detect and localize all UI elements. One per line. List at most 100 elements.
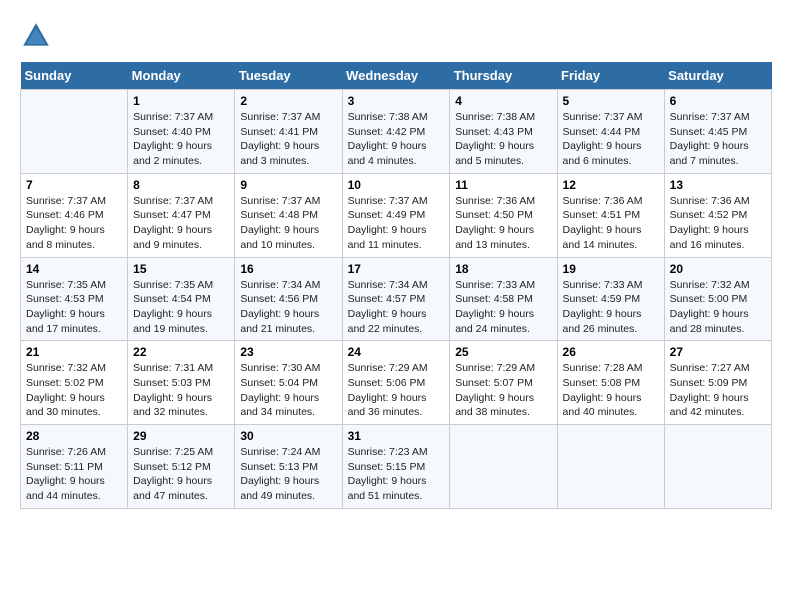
day-number: 11 [455, 178, 551, 192]
day-info: Sunrise: 7:23 AM Sunset: 5:15 PM Dayligh… [348, 445, 445, 504]
day-info: Sunrise: 7:33 AM Sunset: 4:59 PM Dayligh… [563, 278, 659, 337]
day-number: 6 [670, 94, 766, 108]
day-number: 3 [348, 94, 445, 108]
day-number: 29 [133, 429, 229, 443]
day-number: 4 [455, 94, 551, 108]
week-row-2: 7 Sunrise: 7:37 AM Sunset: 4:46 PM Daylig… [21, 173, 772, 257]
day-info: Sunrise: 7:35 AM Sunset: 4:54 PM Dayligh… [133, 278, 229, 337]
header-thursday: Thursday [450, 62, 557, 90]
day-info: Sunrise: 7:34 AM Sunset: 4:57 PM Dayligh… [348, 278, 445, 337]
calendar-cell: 18 Sunrise: 7:33 AM Sunset: 4:58 PM Dayli… [450, 257, 557, 341]
calendar-cell: 10Sunrise: 7:37 AM Sunset: 4:49 PM Dayli… [342, 173, 450, 257]
day-number: 10 [348, 178, 445, 192]
day-number: 5 [563, 94, 659, 108]
calendar-header-row: SundayMondayTuesdayWednesdayThursdayFrid… [21, 62, 772, 90]
week-row-5: 28 Sunrise: 7:26 AM Sunset: 5:11 PM Dayli… [21, 425, 772, 509]
day-info: Sunrise: 7:25 AM Sunset: 5:12 PM Dayligh… [133, 445, 229, 504]
day-number: 12 [563, 178, 659, 192]
calendar-cell: 12 Sunrise: 7:36 AM Sunset: 4:51 PM Dayli… [557, 173, 664, 257]
calendar-cell [450, 425, 557, 509]
day-info: Sunrise: 7:32 AM Sunset: 5:02 PM Dayligh… [26, 361, 122, 420]
calendar-cell: 4 Sunrise: 7:38 AM Sunset: 4:43 PM Daylig… [450, 90, 557, 174]
day-number: 28 [26, 429, 122, 443]
calendar-cell: 5Sunrise: 7:37 AM Sunset: 4:44 PM Daylig… [557, 90, 664, 174]
calendar-cell: 25 Sunrise: 7:29 AM Sunset: 5:07 PM Dayli… [450, 341, 557, 425]
day-number: 8 [133, 178, 229, 192]
header-sunday: Sunday [21, 62, 128, 90]
day-info: Sunrise: 7:33 AM Sunset: 4:58 PM Dayligh… [455, 278, 551, 337]
calendar-table: SundayMondayTuesdayWednesdayThursdayFrid… [20, 62, 772, 509]
calendar-cell: 15 Sunrise: 7:35 AM Sunset: 4:54 PM Dayli… [128, 257, 235, 341]
day-number: 25 [455, 345, 551, 359]
day-info: Sunrise: 7:38 AM Sunset: 4:42 PM Dayligh… [348, 110, 445, 169]
header-tuesday: Tuesday [235, 62, 342, 90]
calendar-cell: 3 Sunrise: 7:38 AM Sunset: 4:42 PM Daylig… [342, 90, 450, 174]
day-info: Sunrise: 7:29 AM Sunset: 5:06 PM Dayligh… [348, 361, 445, 420]
calendar-cell: 19 Sunrise: 7:33 AM Sunset: 4:59 PM Dayli… [557, 257, 664, 341]
day-number: 18 [455, 262, 551, 276]
day-info: Sunrise: 7:30 AM Sunset: 5:04 PM Dayligh… [240, 361, 336, 420]
day-info: Sunrise: 7:37 AM Sunset: 4:46 PM Dayligh… [26, 194, 122, 253]
calendar-cell: 14Sunrise: 7:35 AM Sunset: 4:53 PM Dayli… [21, 257, 128, 341]
day-number: 19 [563, 262, 659, 276]
day-info: Sunrise: 7:34 AM Sunset: 4:56 PM Dayligh… [240, 278, 336, 337]
day-number: 21 [26, 345, 122, 359]
header-friday: Friday [557, 62, 664, 90]
day-number: 31 [348, 429, 445, 443]
calendar-cell: 29 Sunrise: 7:25 AM Sunset: 5:12 PM Dayli… [128, 425, 235, 509]
day-info: Sunrise: 7:36 AM Sunset: 4:51 PM Dayligh… [563, 194, 659, 253]
day-info: Sunrise: 7:29 AM Sunset: 5:07 PM Dayligh… [455, 361, 551, 420]
calendar-cell: 30 Sunrise: 7:24 AM Sunset: 5:13 PM Dayli… [235, 425, 342, 509]
calendar-cell: 6 Sunrise: 7:37 AM Sunset: 4:45 PM Daylig… [664, 90, 771, 174]
calendar-cell: 16 Sunrise: 7:34 AM Sunset: 4:56 PM Dayli… [235, 257, 342, 341]
day-number: 16 [240, 262, 336, 276]
calendar-cell [21, 90, 128, 174]
calendar-cell: 22 Sunrise: 7:31 AM Sunset: 5:03 PM Dayli… [128, 341, 235, 425]
calendar-cell: 2Sunrise: 7:37 AM Sunset: 4:41 PM Daylig… [235, 90, 342, 174]
day-info: Sunrise: 7:28 AM Sunset: 5:08 PM Dayligh… [563, 361, 659, 420]
week-row-4: 21 Sunrise: 7:32 AM Sunset: 5:02 PM Dayli… [21, 341, 772, 425]
header-monday: Monday [128, 62, 235, 90]
day-info: Sunrise: 7:38 AM Sunset: 4:43 PM Dayligh… [455, 110, 551, 169]
day-info: Sunrise: 7:32 AM Sunset: 5:00 PM Dayligh… [670, 278, 766, 337]
calendar-cell: 31 Sunrise: 7:23 AM Sunset: 5:15 PM Dayli… [342, 425, 450, 509]
day-number: 14 [26, 262, 122, 276]
calendar-cell: 23Sunrise: 7:30 AM Sunset: 5:04 PM Dayli… [235, 341, 342, 425]
day-number: 27 [670, 345, 766, 359]
header-saturday: Saturday [664, 62, 771, 90]
calendar-cell: 27 Sunrise: 7:27 AM Sunset: 5:09 PM Dayli… [664, 341, 771, 425]
day-number: 30 [240, 429, 336, 443]
page-header [20, 20, 772, 52]
day-info: Sunrise: 7:37 AM Sunset: 4:40 PM Dayligh… [133, 110, 229, 169]
day-info: Sunrise: 7:24 AM Sunset: 5:13 PM Dayligh… [240, 445, 336, 504]
day-number: 26 [563, 345, 659, 359]
logo-icon [20, 20, 52, 52]
day-number: 9 [240, 178, 336, 192]
day-info: Sunrise: 7:36 AM Sunset: 4:50 PM Dayligh… [455, 194, 551, 253]
calendar-cell [664, 425, 771, 509]
calendar-cell [557, 425, 664, 509]
calendar-cell: 28 Sunrise: 7:26 AM Sunset: 5:11 PM Dayli… [21, 425, 128, 509]
calendar-body: 1Sunrise: 7:37 AM Sunset: 4:40 PM Daylig… [21, 90, 772, 509]
day-number: 24 [348, 345, 445, 359]
calendar-cell: 21 Sunrise: 7:32 AM Sunset: 5:02 PM Dayli… [21, 341, 128, 425]
calendar-cell: 20 Sunrise: 7:32 AM Sunset: 5:00 PM Dayli… [664, 257, 771, 341]
calendar-cell: 11 Sunrise: 7:36 AM Sunset: 4:50 PM Dayli… [450, 173, 557, 257]
calendar-cell: 26 Sunrise: 7:28 AM Sunset: 5:08 PM Dayli… [557, 341, 664, 425]
day-info: Sunrise: 7:37 AM Sunset: 4:45 PM Dayligh… [670, 110, 766, 169]
header-wednesday: Wednesday [342, 62, 450, 90]
week-row-1: 1Sunrise: 7:37 AM Sunset: 4:40 PM Daylig… [21, 90, 772, 174]
day-number: 15 [133, 262, 229, 276]
calendar-cell: 9 Sunrise: 7:37 AM Sunset: 4:48 PM Daylig… [235, 173, 342, 257]
logo [20, 20, 56, 52]
day-info: Sunrise: 7:31 AM Sunset: 5:03 PM Dayligh… [133, 361, 229, 420]
day-number: 7 [26, 178, 122, 192]
day-info: Sunrise: 7:37 AM Sunset: 4:48 PM Dayligh… [240, 194, 336, 253]
calendar-cell: 1Sunrise: 7:37 AM Sunset: 4:40 PM Daylig… [128, 90, 235, 174]
day-info: Sunrise: 7:27 AM Sunset: 5:09 PM Dayligh… [670, 361, 766, 420]
week-row-3: 14Sunrise: 7:35 AM Sunset: 4:53 PM Dayli… [21, 257, 772, 341]
day-info: Sunrise: 7:37 AM Sunset: 4:41 PM Dayligh… [240, 110, 336, 169]
day-number: 22 [133, 345, 229, 359]
day-number: 20 [670, 262, 766, 276]
day-info: Sunrise: 7:26 AM Sunset: 5:11 PM Dayligh… [26, 445, 122, 504]
